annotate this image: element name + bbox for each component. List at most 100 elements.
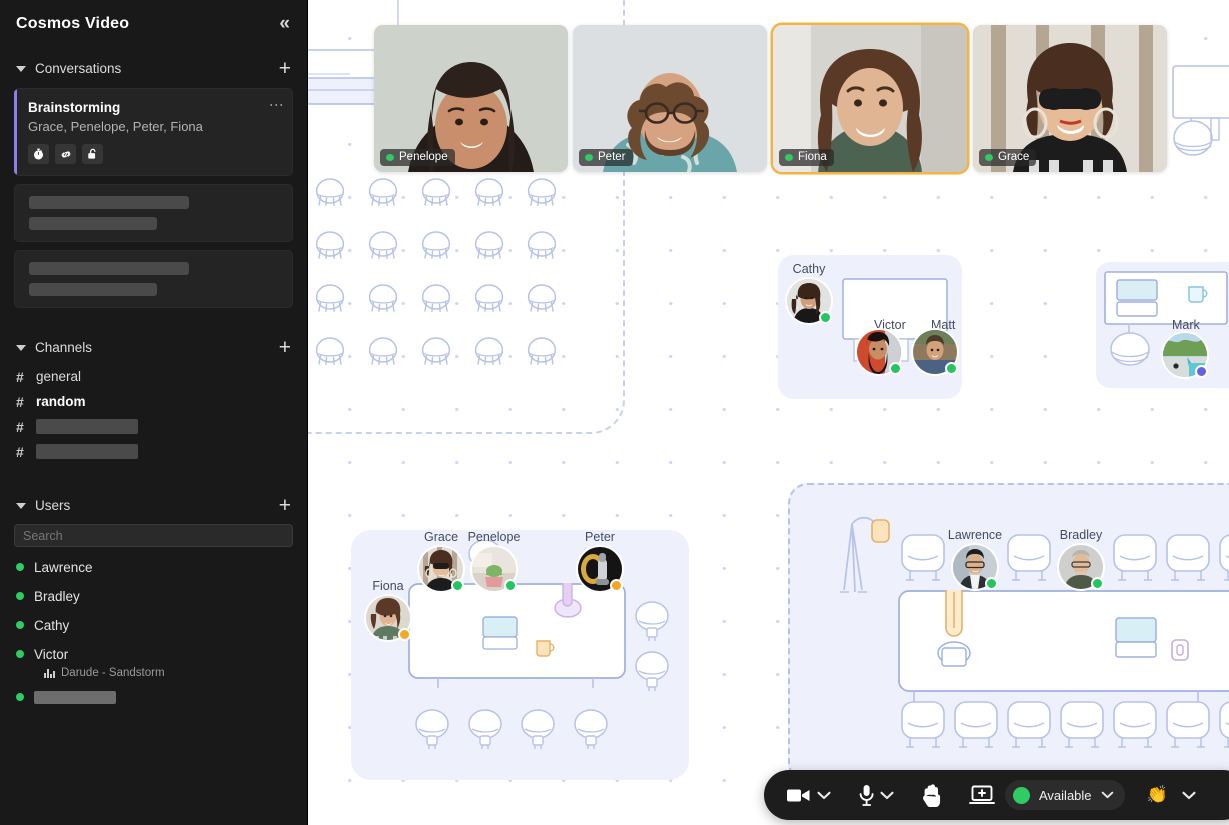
chair-row-bottom-furniture-icon <box>901 701 1229 748</box>
status-badge <box>451 579 464 592</box>
hash-icon: # <box>16 393 24 410</box>
add-channel-button[interactable]: + <box>279 337 291 358</box>
map-avatar-penelope[interactable]: Penelope <box>468 530 520 592</box>
sidebar-item-general[interactable]: # general <box>16 364 291 389</box>
placeholder-line <box>29 262 189 275</box>
participant-name: Fiona <box>798 151 827 163</box>
status-badge <box>16 693 24 701</box>
sidebar-item-lawrence[interactable]: Lawrence <box>16 555 291 579</box>
long-conference-table-furniture-icon <box>898 590 1229 703</box>
timer-icon[interactable] <box>28 144 49 164</box>
video-tile-label: Grace <box>979 149 1037 166</box>
video-tile-grace[interactable]: Grace <box>973 25 1167 172</box>
placeholder-line <box>36 419 138 434</box>
hash-icon: # <box>16 443 24 460</box>
status-badge <box>585 153 593 161</box>
status-badge <box>16 621 24 629</box>
add-user-button[interactable]: + <box>279 495 291 516</box>
video-tile-fiona[interactable]: Fiona <box>773 25 967 172</box>
list-item[interactable]: # <box>16 439 291 464</box>
list-item[interactable] <box>14 184 293 242</box>
equalizer-icon <box>44 668 55 678</box>
map-avatar-victor[interactable] <box>857 330 902 375</box>
user-search-box[interactable] <box>14 524 293 547</box>
mic-options-chevron-down-icon[interactable] <box>874 788 900 803</box>
app-root: Cosmos Video « Conversations + ⋮ Brainst… <box>0 0 1229 825</box>
search-input[interactable] <box>23 528 284 543</box>
reaction-options-chevron-down-icon[interactable] <box>1176 788 1202 803</box>
sidebar-item-random[interactable]: # random <box>16 389 291 414</box>
video-camera-icon[interactable] <box>786 778 811 812</box>
status-badge <box>398 628 411 641</box>
raised-hand-icon[interactable] <box>922 778 944 812</box>
participant-name: Peter <box>598 151 626 163</box>
status-badge <box>16 563 24 571</box>
status-chevron-down-icon[interactable] <box>1101 791 1114 799</box>
user-name: Victor <box>34 646 69 662</box>
placeholder-line <box>29 217 157 230</box>
now-playing-text: Darude - Sandstorm <box>61 667 165 679</box>
channels-section-header[interactable]: Channels + <box>0 332 307 362</box>
video-tile-penelope[interactable]: Penelope <box>374 25 568 172</box>
map-avatar-matt[interactable] <box>913 330 958 375</box>
link-icon[interactable] <box>55 144 76 164</box>
unlock-icon[interactable] <box>82 144 103 164</box>
status-badge <box>610 579 623 592</box>
chevron-down-icon <box>16 65 26 72</box>
list-item[interactable]: # <box>16 414 291 439</box>
camera-options-chevron-down-icon[interactable] <box>811 788 837 803</box>
list-item[interactable] <box>16 685 291 709</box>
map-avatar-fiona[interactable]: Fiona <box>366 579 411 641</box>
placeholder-line <box>29 196 189 209</box>
seat-label-mark: Mark <box>1172 318 1200 332</box>
office-map-canvas[interactable]: Penelope Peter Fiona Grace Victor Matt C… <box>308 0 1229 825</box>
sidebar-item-cathy[interactable]: Cathy <box>16 613 291 637</box>
placeholder-line <box>29 283 157 296</box>
list-item[interactable] <box>14 250 293 308</box>
status-badge <box>1091 577 1104 590</box>
sidebar-item-victor[interactable]: Victor <box>16 642 291 666</box>
map-avatar-lawrence[interactable]: Lawrence <box>948 528 1002 590</box>
conversation-menu-icon[interactable]: ⋮ <box>269 98 285 112</box>
users-section-header[interactable]: Users + <box>0 490 307 520</box>
app-title: Cosmos Video <box>16 14 130 32</box>
status-selector[interactable]: Available <box>1005 780 1125 810</box>
map-avatar-bradley[interactable]: Bradley <box>1059 528 1104 590</box>
status-badge <box>785 153 793 161</box>
avatar-name: Grace <box>423 530 459 544</box>
screen-share-icon[interactable] <box>969 778 995 812</box>
status-badge <box>985 153 993 161</box>
stool-grid-furniture-icon <box>315 178 557 366</box>
microphone-icon[interactable] <box>859 778 874 812</box>
hash-icon: # <box>16 418 24 435</box>
map-avatar-grace[interactable]: Grace <box>419 530 464 592</box>
conference-table-furniture-icon <box>408 583 626 688</box>
conversation-members: Grace, Penelope, Peter, Fiona <box>28 119 203 134</box>
floor-lamp-furniture-icon <box>840 516 890 593</box>
clap-hands-icon[interactable]: 👏 <box>1147 785 1168 805</box>
status-badge <box>386 153 394 161</box>
channel-list: # general # random # # <box>0 362 307 464</box>
map-avatar-mark[interactable] <box>1163 333 1208 378</box>
avatar-name: Cathy <box>792 262 826 276</box>
map-avatar-peter[interactable]: Peter <box>578 530 623 592</box>
add-conversation-button[interactable]: + <box>279 58 291 79</box>
sidebar-header: Cosmos Video « <box>0 0 307 47</box>
status-label: Available <box>1039 787 1092 803</box>
status-badge <box>889 362 902 375</box>
status-badge <box>504 579 517 592</box>
conversations-section-header[interactable]: Conversations + <box>0 53 307 83</box>
avatar-name: Lawrence <box>947 528 1003 542</box>
sidebar-item-bradley[interactable]: Bradley <box>16 584 291 608</box>
collapse-sidebar-icon[interactable]: « <box>279 14 291 33</box>
user-name: Lawrence <box>34 559 93 575</box>
list-item[interactable]: ⋮ Brainstorming Grace, Penelope, Peter, … <box>14 88 293 176</box>
avatar-name: Peter <box>585 530 615 544</box>
bottom-toolbar: Available 👏 <box>764 770 1229 820</box>
status-badge <box>945 362 958 375</box>
placeholder-line <box>36 444 138 459</box>
video-tile-peter[interactable]: Peter <box>573 25 767 172</box>
status-badge <box>985 577 998 590</box>
map-avatar-cathy[interactable]: Cathy <box>787 262 832 324</box>
conversation-list: ⋮ Brainstorming Grace, Penelope, Peter, … <box>0 83 307 308</box>
